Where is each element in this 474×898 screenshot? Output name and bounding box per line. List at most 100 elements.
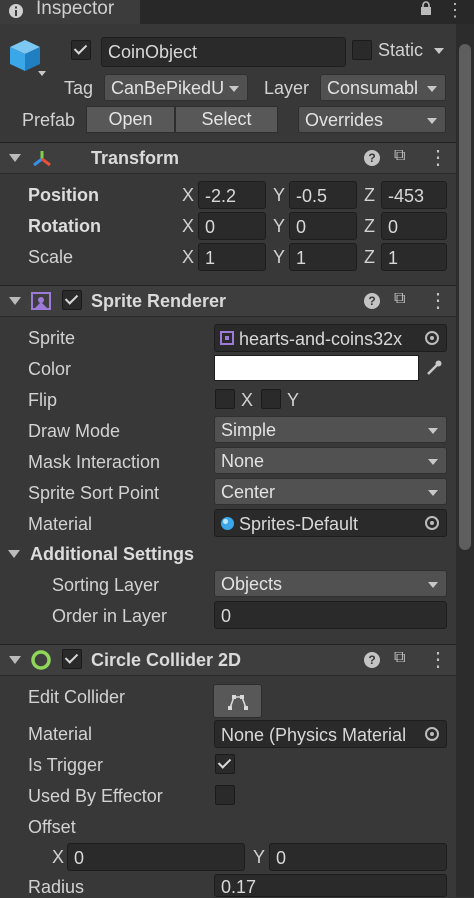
tab-menu-icon[interactable]: ⋮ (446, 0, 464, 21)
prefab-overrides-dropdown[interactable]: Overrides (298, 106, 446, 133)
tab-inspector[interactable]: Inspector (0, 0, 140, 24)
axis-y-label[interactable]: Y (273, 247, 285, 268)
sprite-renderer-header[interactable]: Sprite Renderer ? ⧉ ⋮ (0, 285, 456, 317)
static-label: Static (378, 40, 424, 60)
collider-material-label: Material (28, 724, 93, 744)
static-checkbox[interactable] (352, 40, 372, 60)
additional-settings-fold-icon[interactable] (8, 550, 20, 558)
used-by-effector-label: Used By Effector (28, 786, 163, 806)
axis-y-label[interactable]: Y (273, 216, 285, 237)
presets-icon[interactable]: ⧉ (394, 147, 405, 165)
axis-z-label[interactable]: Z (364, 185, 375, 206)
sprite-renderer-icon (31, 292, 51, 310)
component-menu-icon[interactable]: ⋮ (428, 291, 448, 311)
object-picker-icon[interactable] (425, 727, 439, 741)
transform-header[interactable]: Transform ? ⧉ ⋮ (0, 142, 456, 174)
is-trigger-checkbox[interactable] (215, 754, 235, 774)
prefab-label: Prefab (22, 110, 76, 130)
position-z-input[interactable]: -453 (381, 181, 447, 209)
component-menu-icon[interactable]: ⋮ (428, 148, 448, 168)
offset-x-input[interactable]: 0 (67, 843, 245, 871)
color-swatch[interactable] (214, 355, 419, 381)
active-checkbox[interactable] (71, 40, 91, 60)
circle-collider-header[interactable]: Circle Collider 2D ? ⧉ ⋮ (0, 644, 456, 676)
object-picker-icon[interactable] (425, 331, 439, 345)
static-chevron-down-icon[interactable] (434, 48, 444, 54)
sort-point-label: Sprite Sort Point (28, 483, 160, 503)
axis-y-label[interactable]: Y (273, 185, 285, 206)
scale-x-input[interactable]: 1 (198, 243, 266, 271)
material-field[interactable]: Sprites-Default (214, 509, 447, 537)
presets-icon[interactable]: ⧉ (394, 649, 405, 667)
flip-y-checkbox[interactable] (261, 389, 281, 409)
sprite-asset-icon (220, 331, 234, 345)
radius-input[interactable]: 0.17 (214, 874, 447, 897)
fold-arrow-icon[interactable] (9, 154, 21, 162)
scale-z-input[interactable]: 1 (381, 243, 447, 271)
mask-interaction-dropdown[interactable]: None (214, 447, 447, 474)
layer-dropdown[interactable]: Consumabl (320, 74, 446, 101)
rotation-x-input[interactable]: 0 (198, 212, 266, 240)
additional-settings-title[interactable]: Additional Settings (30, 544, 194, 565)
object-picker-icon[interactable] (425, 516, 439, 530)
axis-x-label[interactable]: X (52, 847, 64, 868)
order-in-layer-input[interactable]: 0 (214, 601, 447, 629)
eyedropper-icon[interactable] (425, 359, 443, 377)
axis-x-label[interactable]: X (182, 185, 194, 206)
sprite-label: Sprite (28, 328, 76, 348)
rotation-label: Rotation (28, 216, 101, 236)
help-icon[interactable]: ? (364, 150, 380, 166)
axis-z-label[interactable]: Z (364, 216, 375, 237)
axis-y-label[interactable]: Y (253, 847, 265, 868)
scale-y-input[interactable]: 1 (289, 243, 357, 271)
axis-x-label[interactable]: X (182, 247, 194, 268)
position-label: Position (28, 185, 99, 205)
component-menu-icon[interactable]: ⋮ (428, 650, 448, 670)
scale-label: Scale (28, 247, 74, 267)
rotation-y-input[interactable]: 0 (289, 212, 357, 240)
edit-collider-label: Edit Collider (28, 687, 126, 707)
mask-interaction-label: Mask Interaction (28, 452, 161, 472)
fold-arrow-icon[interactable] (9, 297, 21, 305)
is-trigger-label: Is Trigger (28, 755, 104, 775)
presets-icon[interactable]: ⧉ (394, 290, 405, 308)
layer-label: Layer (264, 78, 310, 98)
component-title: Sprite Renderer (91, 291, 227, 311)
rotation-z-input[interactable]: 0 (381, 212, 447, 240)
transform-icon (33, 151, 51, 167)
position-y-input[interactable]: -0.5 (289, 181, 357, 209)
fold-arrow-icon[interactable] (9, 656, 21, 664)
help-icon[interactable]: ? (364, 293, 380, 309)
circle-collider-enabled-checkbox[interactable] (62, 649, 82, 669)
lock-icon[interactable] (420, 1, 432, 15)
sprite-field[interactable]: hearts-and-coins32x (214, 324, 447, 352)
component-title: Circle Collider 2D (91, 650, 242, 670)
edit-shape-icon (228, 695, 248, 710)
used-by-effector-checkbox[interactable] (215, 785, 235, 805)
flip-x-checkbox[interactable] (215, 389, 235, 409)
help-icon[interactable]: ? (364, 652, 380, 668)
gameobject-cube-icon[interactable] (8, 38, 46, 80)
offset-y-input[interactable]: 0 (269, 843, 447, 871)
prefab-select-button[interactable]: Select (175, 106, 278, 133)
material-sphere-icon (221, 517, 234, 530)
axis-x-label[interactable]: X (182, 216, 194, 237)
edit-collider-button[interactable] (213, 684, 262, 718)
sort-point-dropdown[interactable]: Center (214, 478, 447, 505)
collider-material-field[interactable]: None (Physics Material (214, 720, 447, 748)
flip-y-label: Y (287, 390, 300, 410)
tag-dropdown[interactable]: CanBePikedU (104, 74, 248, 101)
prefab-open-button[interactable]: Open (86, 106, 175, 133)
radius-label: Radius (28, 877, 85, 897)
draw-mode-dropdown[interactable]: Simple (214, 416, 447, 443)
color-label: Color (28, 359, 72, 379)
position-x-input[interactable]: -2.2 (198, 181, 266, 209)
tag-label: Tag (64, 78, 94, 98)
flip-label: Flip (28, 390, 58, 410)
scrollbar-thumb[interactable] (459, 44, 471, 550)
sorting-layer-dropdown[interactable]: Objects (214, 570, 447, 597)
object-name-input[interactable]: CoinObject (101, 37, 346, 67)
info-icon (9, 4, 23, 18)
sprite-renderer-enabled-checkbox[interactable] (62, 290, 82, 310)
axis-z-label[interactable]: Z (364, 247, 375, 268)
